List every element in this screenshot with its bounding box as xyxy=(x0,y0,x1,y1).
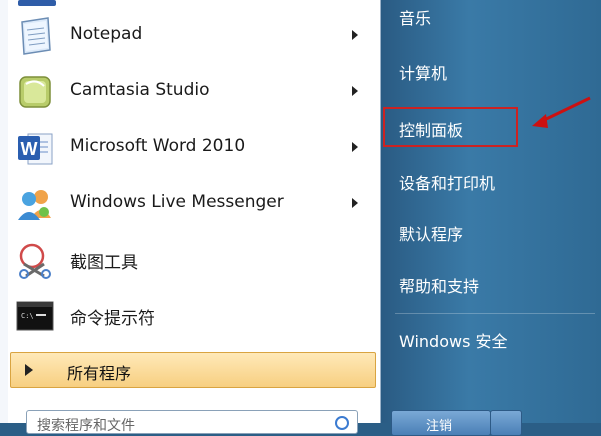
search-placeholder: 搜索程序和文件 xyxy=(37,418,135,434)
right-item-windows-security[interactable]: Windows 安全 xyxy=(399,328,508,352)
menu-item-windows-live-messenger[interactable]: Windows Live Messenger xyxy=(8,178,372,230)
left-pane-edge xyxy=(0,0,8,423)
word-icon: W xyxy=(14,128,56,168)
annotation-arrow-icon xyxy=(532,96,591,128)
search-input[interactable]: 搜索程序和文件 xyxy=(26,410,358,434)
right-item-music[interactable]: 音乐 xyxy=(399,5,431,29)
all-programs-label: 所有程序 xyxy=(67,364,132,383)
menu-item-label: 命令提示符 xyxy=(70,309,155,329)
cut-off-item xyxy=(8,0,372,8)
log-off-label: 注销 xyxy=(426,419,453,434)
right-item-devices-and-printers[interactable]: 设备和打印机 xyxy=(399,170,495,194)
snipping-tool-icon xyxy=(14,240,56,280)
control-panel-highlight-box xyxy=(383,107,518,147)
menu-item-microsoft-word-2010[interactable]: W Microsoft Word 2010 xyxy=(8,122,372,174)
menu-item-command-prompt[interactable]: C:\ 命令提示符 xyxy=(8,290,372,342)
messenger-icon xyxy=(14,184,56,224)
menu-item-label: Notepad xyxy=(70,24,143,44)
right-item-default-programs[interactable]: 默认程序 xyxy=(399,221,463,245)
expand-arrow-icon xyxy=(25,364,33,376)
right-item-computer[interactable]: 计算机 xyxy=(399,60,447,84)
menu-item-notepad[interactable]: Notepad xyxy=(8,10,372,62)
menu-item-camtasia-studio[interactable]: Camtasia Studio xyxy=(8,66,372,118)
notepad-icon xyxy=(14,16,56,56)
menu-item-label: 截图工具 xyxy=(70,253,138,273)
shutdown-options-button[interactable] xyxy=(490,410,522,436)
menu-separator xyxy=(395,313,595,314)
command-prompt-icon: C:\ xyxy=(14,296,56,336)
all-programs-button[interactable]: 所有程序 xyxy=(10,352,376,388)
camtasia-icon xyxy=(14,72,56,112)
submenu-arrow-icon xyxy=(352,86,358,96)
right-item-help-and-support[interactable]: 帮助和支持 xyxy=(399,273,479,297)
submenu-arrow-icon xyxy=(352,198,358,208)
menu-item-label: Camtasia Studio xyxy=(70,80,210,100)
menu-item-snipping-tool[interactable]: 截图工具 xyxy=(8,234,372,286)
menu-item-label: Windows Live Messenger xyxy=(70,192,284,212)
submenu-arrow-icon xyxy=(352,142,358,152)
log-off-button[interactable]: 注销 xyxy=(391,410,491,436)
submenu-arrow-icon xyxy=(352,30,358,40)
svg-text:C:\: C:\ xyxy=(21,312,34,320)
svg-text:W: W xyxy=(21,139,38,159)
menu-item-label: Microsoft Word 2010 xyxy=(70,136,246,156)
search-icon xyxy=(335,416,349,430)
